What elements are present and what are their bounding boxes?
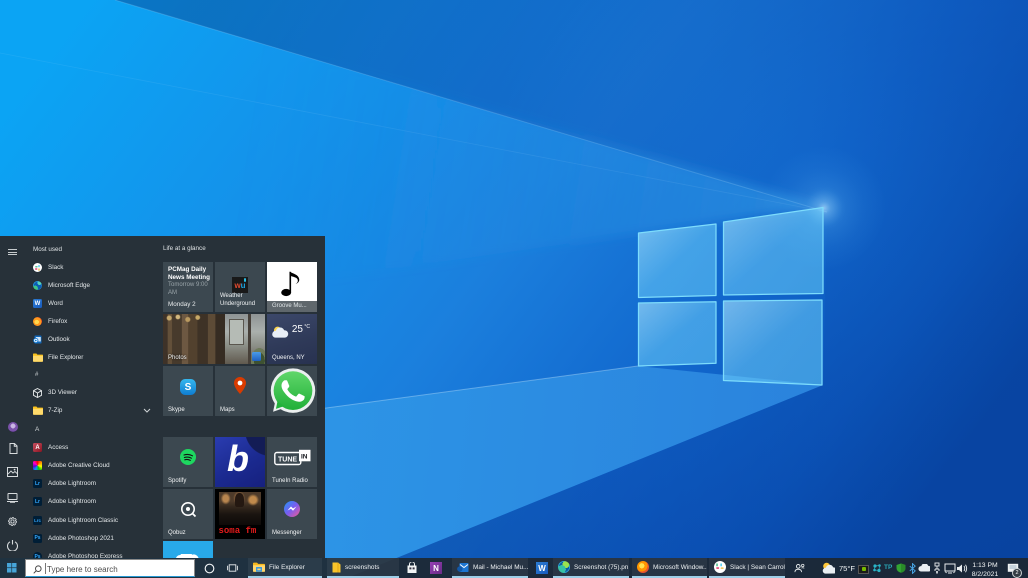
svg-text:IN: IN xyxy=(301,453,308,460)
svg-text:TUNE: TUNE xyxy=(278,457,297,464)
